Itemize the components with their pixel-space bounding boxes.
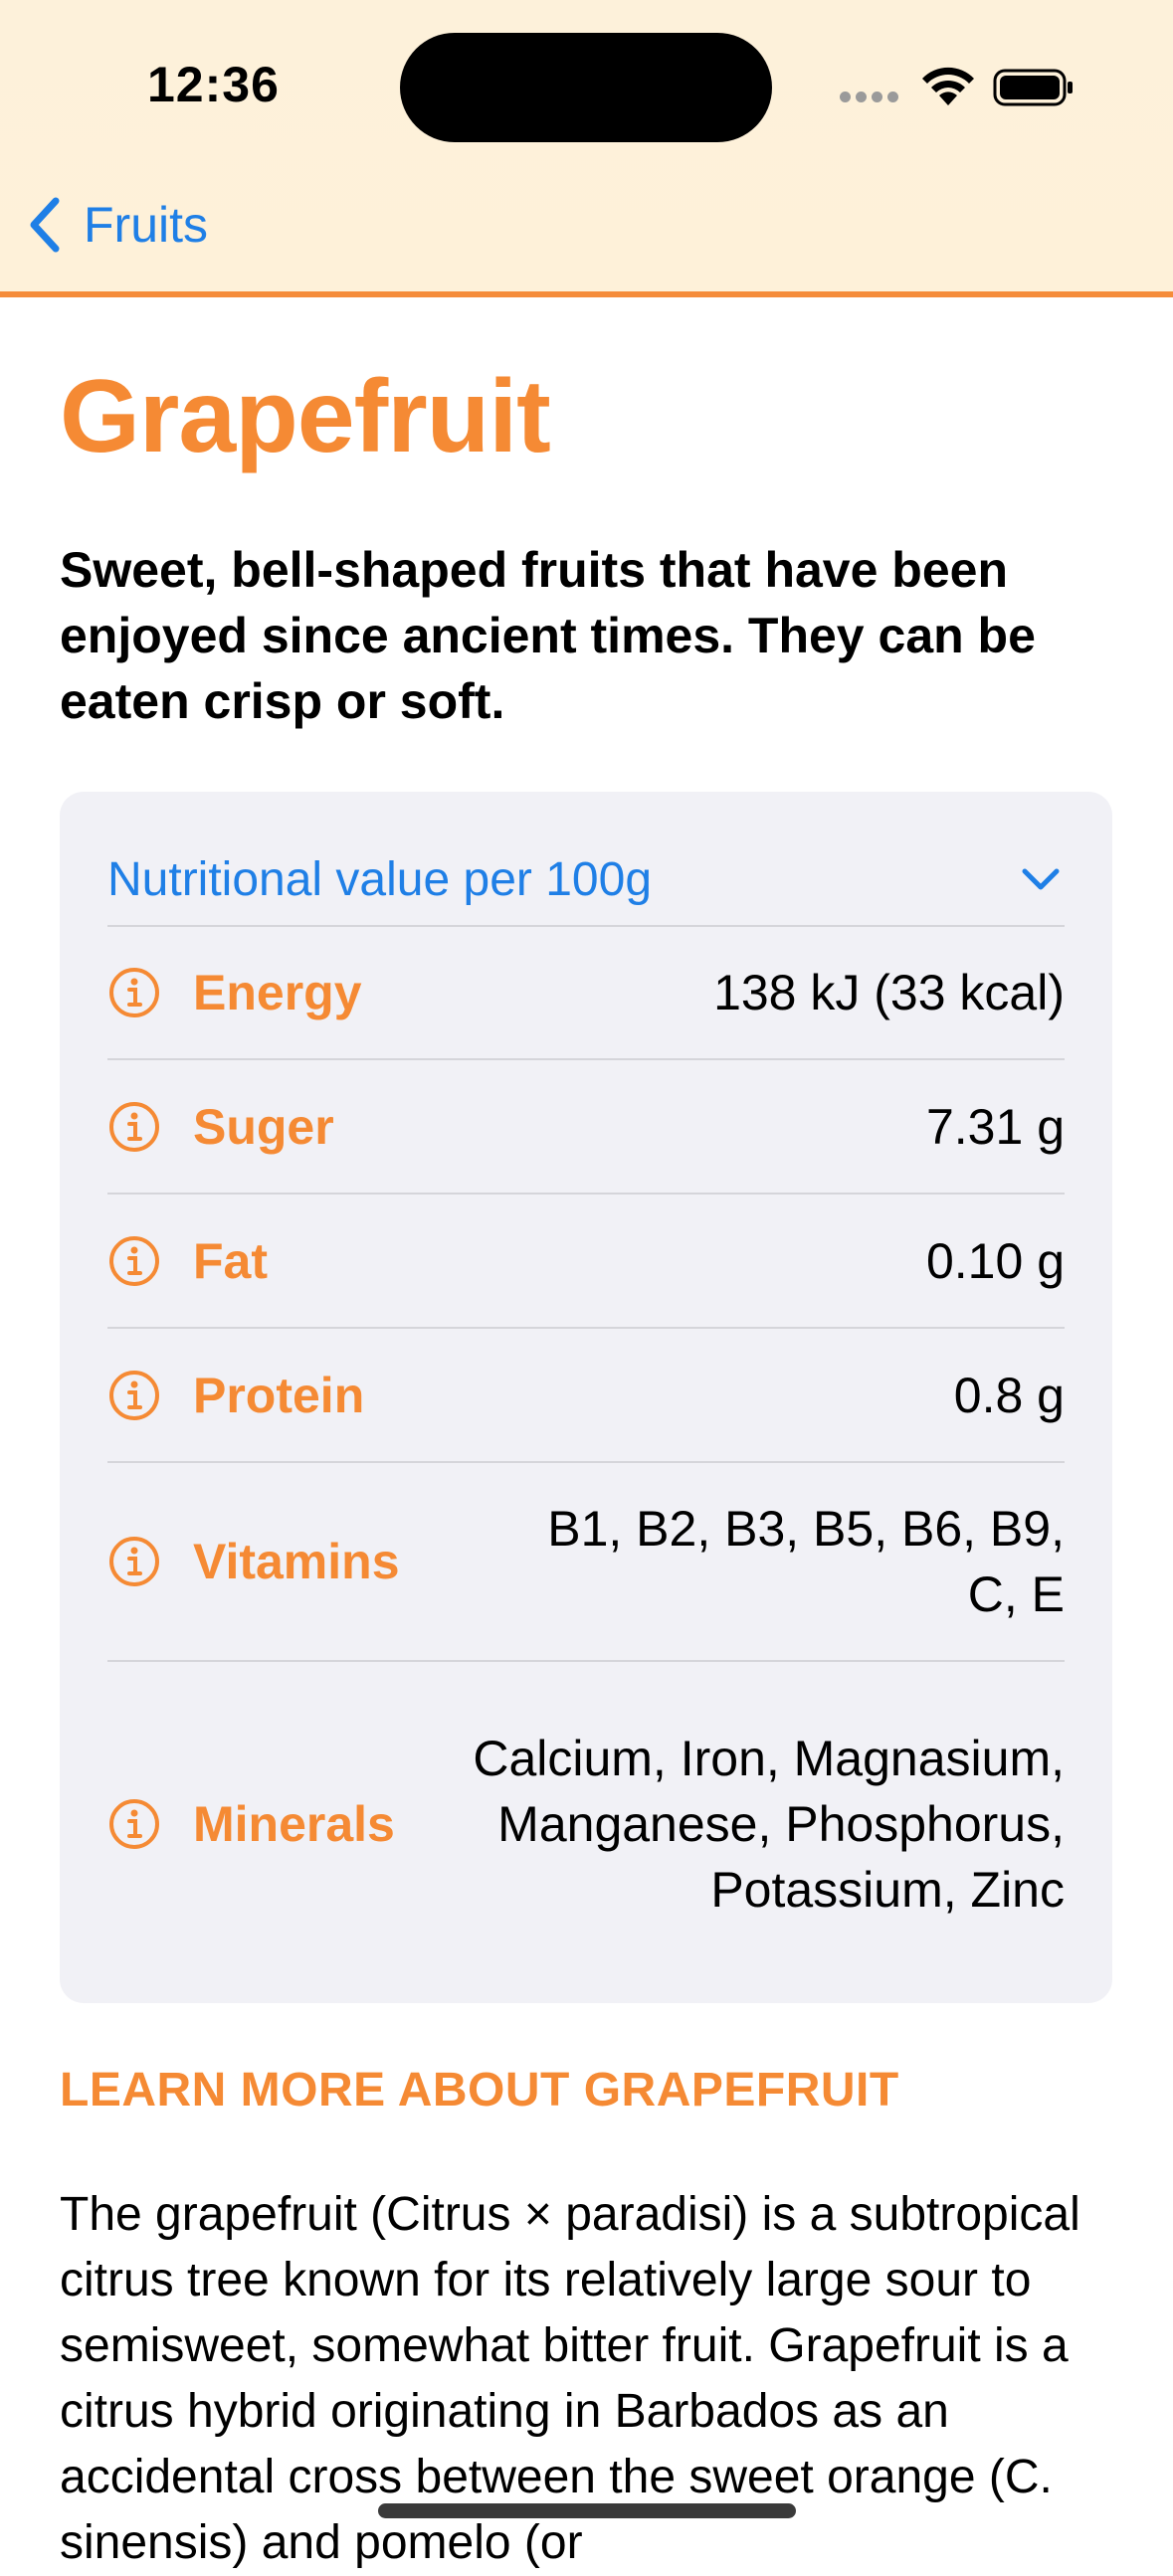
chevron-left-icon (30, 197, 60, 253)
status-time: 12:36 (147, 57, 280, 112)
nutrition-disclosure-header[interactable]: Nutritional value per 100g (107, 833, 1065, 927)
nutrition-value: 0.8 g (953, 1367, 1065, 1423)
wifi-icon (922, 67, 974, 105)
nutrition-row-minerals: Minerals Calcium, Iron, Magnasium, Manga… (107, 1662, 1065, 1986)
nutrition-row-protein: Protein 0.8 g (107, 1329, 1065, 1463)
info-circle-icon[interactable] (107, 1797, 161, 1851)
nutrition-label: Vitamins (193, 1534, 400, 1589)
nutrition-value: 7.31 g (925, 1098, 1065, 1155)
info-circle-icon[interactable] (107, 1100, 161, 1154)
info-circle-icon[interactable] (107, 966, 161, 1019)
nutrition-value: Calcium, Iron, Magnasium, Manganese, Pho… (473, 1731, 1065, 1918)
signal-icon (840, 92, 899, 103)
nutrition-value: 0.10 g (925, 1232, 1065, 1289)
nutrition-label: Fat (193, 1232, 268, 1289)
nutrition-row-vitamins: Vitamins B1, B2, B3, B5, B6, B9, C, E (107, 1463, 1065, 1662)
battery-icon (993, 69, 1073, 106)
nutrition-label: Suger (193, 1098, 334, 1155)
learn-more-heading: LEARN MORE ABOUT GRAPEFRUIT (60, 2064, 899, 2116)
nutrition-header-label: Nutritional value per 100g (107, 852, 653, 906)
page-subtitle: Sweet, bell-shaped fruits that have been… (60, 542, 1036, 729)
nutrition-value: 138 kJ (33 kcal) (713, 965, 1065, 1020)
home-indicator[interactable] (378, 2503, 796, 2518)
page-title: Grapefruit (60, 359, 551, 474)
nutrition-label: Minerals (193, 1796, 395, 1852)
nutrition-label: Protein (193, 1367, 365, 1423)
chevron-down-icon (1022, 868, 1060, 890)
back-button-label: Fruits (84, 197, 208, 253)
header-divider (0, 291, 1173, 297)
nutrition-row-fat: Fat 0.10 g (107, 1195, 1065, 1329)
info-circle-icon[interactable] (107, 1234, 161, 1288)
nutrition-row-sugar: Suger 7.31 g (107, 1060, 1065, 1195)
back-button[interactable]: Fruits (26, 195, 208, 255)
nutrition-row-energy: Energy 138 kJ (33 kcal) (107, 927, 1065, 1060)
nutrition-label: Energy (193, 965, 362, 1020)
nutrition-card: Nutritional value per 100g Energy 138 kJ… (60, 792, 1112, 2003)
info-circle-icon[interactable] (107, 1369, 161, 1422)
nutrition-value: B1, B2, B3, B5, B6, B9, C, E (547, 1501, 1065, 1622)
dynamic-island (400, 33, 772, 142)
info-circle-icon[interactable] (107, 1535, 161, 1588)
